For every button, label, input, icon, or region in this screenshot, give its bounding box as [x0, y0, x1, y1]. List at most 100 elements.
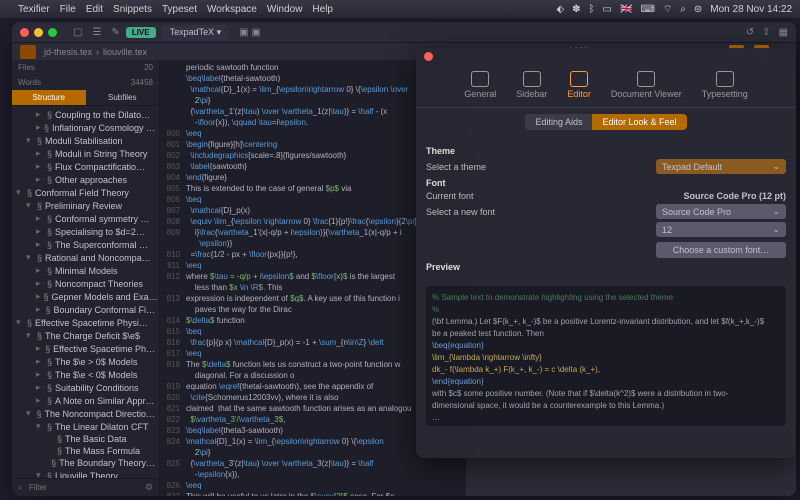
tree-item[interactable]: §The Basic Data [12, 433, 159, 445]
menu-typeset[interactable]: Typeset [162, 4, 197, 15]
menu-edit[interactable]: Edit [86, 4, 103, 15]
font-select[interactable]: Source Code Pro⌄ [656, 204, 786, 219]
tree-item[interactable]: §The Boundary Theory… [12, 457, 159, 469]
menu-snippets[interactable]: Snippets [113, 4, 152, 15]
tree-item[interactable]: ▾§The Noncompact Directio… [12, 407, 159, 420]
live-badge: LIVE [126, 27, 156, 38]
tree-item[interactable]: ▸§Inflationary Cosmology … [12, 121, 159, 134]
status-icon[interactable]: ✽ [572, 4, 580, 15]
subtab-look-feel[interactable]: Editor Look & Feel [592, 114, 686, 130]
minimize-window-button[interactable] [34, 28, 43, 37]
gear-icon [471, 71, 489, 87]
menu-window[interactable]: Window [267, 4, 303, 15]
breadcrumb: jd-thesis.tex › liouville.tex [44, 47, 147, 57]
clock[interactable]: Mon 28 Nov 14:22 [710, 4, 792, 15]
tree-item[interactable]: ▾§Moduli Stabilisation [12, 134, 159, 147]
tree-item[interactable]: ▸§Flux Compactificatio… [12, 160, 159, 173]
layout-icon[interactable]: ▣ ▣ [239, 27, 261, 38]
chevron-down-icon: ⌄ [772, 206, 780, 217]
chevron-down-icon: ⌄ [772, 161, 780, 172]
toolbar-action-button[interactable] [20, 45, 36, 59]
tree-item[interactable]: ▾§Conformal Field Theory [12, 186, 159, 199]
sidebar-icon [523, 71, 541, 87]
system-menubar: Texifier File Edit Snippets Typeset Work… [0, 0, 800, 18]
breadcrumb-item[interactable]: jd-thesis.tex [44, 47, 92, 57]
theme-select[interactable]: Texpad Default⌄ [656, 159, 786, 174]
theme-heading: Theme [426, 146, 786, 156]
select-theme-label: Select a theme [426, 162, 656, 172]
outline-icon[interactable]: ☰ [92, 27, 101, 38]
tree-item[interactable]: ▸§Gepner Models and Exa… [12, 290, 159, 303]
search-icon[interactable]: ⌕ [680, 4, 686, 15]
files-count: 20 [144, 63, 153, 72]
tree-item[interactable]: ▸§The Superconformal … [12, 238, 159, 251]
sidebar-toggle-icon[interactable]: ▢ [73, 27, 82, 38]
battery-icon[interactable]: ▭ [603, 4, 612, 15]
type-icon [716, 71, 734, 87]
history-icon[interactable]: ↺ [746, 27, 754, 38]
dropbox-icon[interactable]: ⬖ [556, 4, 564, 15]
pref-tab-viewer[interactable]: Document Viewer [603, 69, 690, 101]
tree-item[interactable]: ▸§Minimal Models [12, 264, 159, 277]
menu-help[interactable]: Help [312, 4, 333, 15]
bluetooth-icon[interactable]: ᛒ [589, 4, 595, 15]
sidebar-tab-structure[interactable]: Structure [12, 90, 86, 105]
pref-tab-general[interactable]: General [456, 69, 504, 101]
app-name[interactable]: Texifier [18, 4, 50, 15]
tree-item[interactable]: ▾§Liouville Theory [12, 469, 159, 478]
font-size-select[interactable]: 12⌄ [656, 222, 786, 237]
files-label: Files [18, 63, 35, 72]
current-font-value: Source Code Pro (12 pt) [683, 191, 786, 201]
filter-input[interactable] [29, 482, 139, 493]
tree-item[interactable]: ▸§Coupling to the Dilato… [12, 108, 159, 121]
tree-item[interactable]: ▸§Boundary Conformal Fi… [12, 303, 159, 316]
pref-tab-typesetting[interactable]: Typesetting [694, 69, 756, 101]
chevron-down-icon: ⌄ [772, 224, 780, 235]
font-preview-box: % Sample text to demonstrate highlightin… [426, 286, 786, 426]
hammer-icon[interactable]: ✎ [111, 27, 119, 38]
font-heading: Font [426, 178, 786, 188]
tree-item[interactable]: ▸§The $\e < 0$ Models [12, 368, 159, 381]
breadcrumb-item[interactable]: liouville.tex [103, 47, 147, 57]
wifi-icon[interactable]: ⌔ [663, 3, 672, 16]
subtab-editing-aids[interactable]: Editing Aids [525, 114, 592, 130]
tree-item[interactable]: ▸§Moduli in String Theory [12, 147, 159, 160]
words-label: Words [18, 78, 41, 87]
control-center-icon[interactable]: ⊜ [694, 4, 702, 15]
tree-item[interactable]: ▸§The $\e > 0$ Models [12, 355, 159, 368]
share-icon[interactable]: ⇪ [762, 27, 770, 38]
tree-item[interactable]: ▸§Conformal symmetry … [12, 212, 159, 225]
menu-file[interactable]: File [60, 4, 76, 15]
tree-item[interactable]: ▸§A Note on Similar Appr… [12, 394, 159, 407]
tree-item[interactable]: ▸§Effective Spacetime Ph… [12, 342, 159, 355]
tree-item[interactable]: ▸§Specialising to $d=2… [12, 225, 159, 238]
tree-item[interactable]: ▾§The Linear Dilaton CFT [12, 420, 159, 433]
tree-item[interactable]: ▾§Effective Spacetime Physi… [12, 316, 159, 329]
tree-item[interactable]: ▸§Suitability Conditions [12, 381, 159, 394]
layout-toggle-icon[interactable]: ▦ [779, 27, 788, 38]
pref-tab-editor[interactable]: Editor [559, 69, 599, 101]
sidebar-tab-subfiles[interactable]: Subfiles [86, 90, 160, 105]
close-icon[interactable] [424, 52, 433, 61]
tree-item[interactable]: §The Mass Formula [12, 445, 159, 457]
pref-tab-sidebar[interactable]: Sidebar [508, 69, 555, 101]
tree-item[interactable]: ▸§Other approaches [12, 173, 159, 186]
engine-tab[interactable]: TexpadTeX ▾ [162, 25, 230, 40]
keyboard-icon[interactable]: ⌨ [640, 4, 654, 15]
select-font-label: Select a new font [426, 207, 656, 217]
tree-item[interactable]: ▾§The Charge Deficit $\e$ [12, 329, 159, 342]
words-count: 34458 [131, 78, 153, 87]
close-window-button[interactable] [20, 28, 29, 37]
flag-icon[interactable]: 🇬🇧 [620, 4, 632, 15]
custom-font-button[interactable]: Choose a custom font… [656, 242, 786, 258]
zoom-window-button[interactable] [48, 28, 57, 37]
sidebar: Files 20 Words 34458 Structure Subfiles … [12, 60, 160, 496]
document-icon [637, 71, 655, 87]
tree-item[interactable]: ▾§Preliminary Review [12, 199, 159, 212]
preview-heading: Preview [426, 262, 786, 272]
tree-item[interactable]: ▾§Rational and Noncompa… [12, 251, 159, 264]
settings-icon[interactable]: ⚙ [145, 482, 153, 493]
tree-item[interactable]: ▸§Noncompact Theories [12, 277, 159, 290]
menu-workspace[interactable]: Workspace [207, 4, 257, 15]
filter-icon: ⌕ [18, 482, 23, 493]
